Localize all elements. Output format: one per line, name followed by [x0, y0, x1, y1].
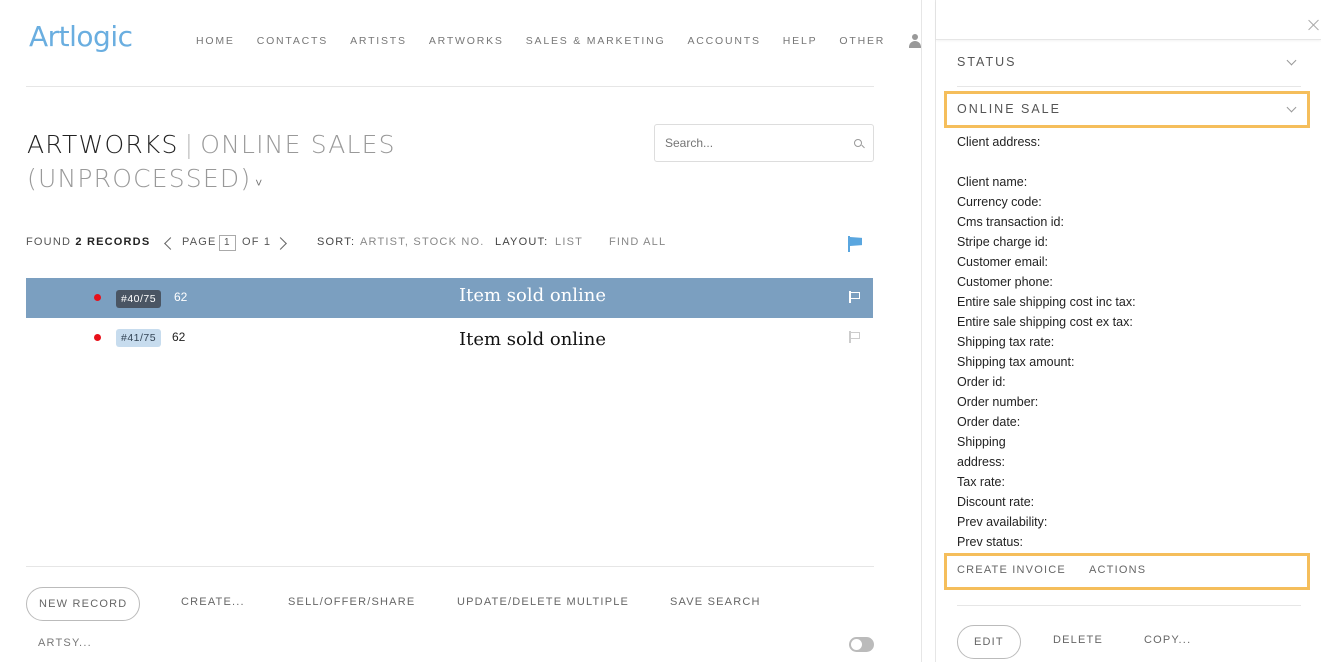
- update-delete-multiple-button[interactable]: UPDATE/DELETE MULTIPLE: [457, 596, 629, 608]
- table-row[interactable]: #40/75 62 Item sold online: [26, 278, 873, 318]
- nav-home[interactable]: HOME: [196, 35, 235, 47]
- sort-value[interactable]: ARTIST, STOCK NO.: [360, 236, 485, 248]
- stock-badge: #40/75: [116, 290, 162, 308]
- flag-outline-icon[interactable]: [849, 291, 861, 303]
- layout-label: LAYOUT:: [495, 236, 549, 248]
- layout-value[interactable]: LIST: [555, 236, 583, 248]
- save-search-button[interactable]: SAVE SEARCH: [670, 596, 761, 608]
- section-divider: [957, 605, 1301, 606]
- title-separator: |: [184, 130, 195, 159]
- record-number: 62: [174, 290, 188, 304]
- table-row[interactable]: #41/75 62 Item sold online: [26, 318, 873, 358]
- record-title: Item sold online: [459, 329, 607, 350]
- field-shipping-address: address:: [957, 455, 1005, 469]
- field-prev-availability: Prev availability:: [957, 515, 1048, 529]
- nav-contacts[interactable]: CONTACTS: [257, 35, 328, 47]
- nav-artists[interactable]: ARTISTS: [350, 35, 407, 47]
- found-records: FOUND 2 RECORDS: [26, 236, 150, 248]
- field-order-number: Order number:: [957, 395, 1039, 409]
- field-customer-phone: Customer phone:: [957, 275, 1053, 289]
- toggle-switch[interactable]: [849, 637, 874, 652]
- stock-badge: #41/75: [116, 329, 162, 347]
- chevron-left-icon[interactable]: [164, 237, 177, 250]
- top-nav: HOME CONTACTS ARTISTS ARTWORKS SALES & M…: [196, 34, 922, 48]
- field-shipping-tax-amount: Shipping tax amount:: [957, 355, 1075, 369]
- close-icon[interactable]: [1307, 18, 1321, 32]
- status-section-header[interactable]: STATUS: [957, 55, 1301, 77]
- field-client-name: Client name:: [957, 175, 1028, 189]
- chevron-down-icon[interactable]: [1286, 102, 1297, 113]
- field-discount-rate: Discount rate:: [957, 495, 1035, 509]
- page-of: OF 1: [242, 236, 272, 248]
- find-all-link[interactable]: FIND ALL: [609, 236, 666, 248]
- bottom-actions: NEW RECORD CREATE... SELL/OFFER/SHARE UP…: [26, 587, 874, 621]
- artlogic-logo[interactable]: Artlogic: [29, 20, 133, 53]
- page-number-input[interactable]: 1: [219, 235, 236, 251]
- detail-panel: STATUS ONLINE SALE Client address: Clien…: [936, 0, 1321, 662]
- record-number: 62: [172, 330, 186, 344]
- nav-other[interactable]: OTHER: [839, 35, 885, 47]
- field-currency-code: Currency code:: [957, 195, 1042, 209]
- field-stripe-charge-id: Stripe charge id:: [957, 235, 1049, 249]
- online-sale-section-header[interactable]: ONLINE SALE: [957, 102, 1301, 124]
- panel-buttons: EDIT DELETE COPY...: [957, 625, 1301, 659]
- footer-divider: [26, 566, 874, 567]
- panel-gutter: [921, 0, 936, 662]
- sell-offer-share-button[interactable]: SELL/OFFER/SHARE: [288, 596, 415, 608]
- field-client-address: Client address:: [957, 135, 1041, 149]
- delete-button[interactable]: DELETE: [1053, 634, 1103, 646]
- sort-label: SORT:: [317, 236, 356, 248]
- section-divider: [957, 86, 1301, 87]
- field-order-date: Order date:: [957, 415, 1021, 429]
- status-dot: [94, 294, 101, 301]
- chevron-down-icon[interactable]: [1286, 55, 1297, 66]
- nav-accounts[interactable]: ACCOUNTS: [687, 35, 760, 47]
- chevron-right-icon[interactable]: [274, 237, 287, 250]
- online-sale-fields: Client address: Client name: Currency co…: [957, 132, 1297, 552]
- records-toolbar: FOUND 2 RECORDS PAGE 1 OF 1 SORT: ARTIST…: [26, 235, 874, 252]
- flag-outline-icon[interactable]: [849, 331, 861, 343]
- field-shipping-tax-rate: Shipping tax rate:: [957, 335, 1055, 349]
- search-input[interactable]: [655, 125, 835, 161]
- panel-header: [936, 0, 1321, 40]
- create-button[interactable]: CREATE...: [181, 596, 245, 608]
- copy-button[interactable]: COPY...: [1144, 634, 1191, 646]
- page-title-main: ARTWORKS: [27, 130, 179, 159]
- field-prev-status: Prev status:: [957, 535, 1023, 549]
- online-sale-section-label: ONLINE SALE: [957, 102, 1061, 116]
- field-shipping-cost-inc-tax: Entire sale shipping cost inc tax:: [957, 295, 1136, 309]
- record-title: Item sold online: [459, 285, 607, 306]
- found-prefix: FOUND: [26, 236, 72, 248]
- field-tax-rate: Tax rate:: [957, 475, 1005, 489]
- field-cms-transaction-id: Cms transaction id:: [957, 215, 1064, 229]
- status-dot: [94, 334, 101, 341]
- page-label: PAGE: [182, 236, 217, 248]
- field-shipping: Shipping: [957, 435, 1006, 449]
- edit-button[interactable]: EDIT: [957, 625, 1021, 659]
- header-divider: [26, 86, 874, 87]
- field-order-id: Order id:: [957, 375, 1006, 389]
- field-customer-email: Customer email:: [957, 255, 1048, 269]
- actions-button[interactable]: ACTIONS: [1089, 564, 1146, 576]
- chevron-down-icon[interactable]: ˅: [255, 176, 263, 190]
- found-count: 2 RECORDS: [75, 236, 151, 248]
- flag-icon[interactable]: [848, 236, 862, 252]
- status-section-label: STATUS: [957, 55, 1017, 69]
- search-box: [654, 124, 874, 162]
- main-content: Artlogic HOME CONTACTS ARTISTS ARTWORKS …: [0, 0, 922, 662]
- search-icon[interactable]: [854, 139, 862, 147]
- page-title: ARTWORKS | ONLINE SALES (UNPROCESSED) ˅: [27, 128, 427, 200]
- nav-sales-marketing[interactable]: SALES & MARKETING: [526, 35, 666, 47]
- nav-help[interactable]: HELP: [783, 35, 818, 47]
- nav-artworks[interactable]: ARTWORKS: [429, 35, 504, 47]
- create-invoice-button[interactable]: CREATE INVOICE: [957, 564, 1066, 576]
- field-shipping-cost-ex-tax: Entire sale shipping cost ex tax:: [957, 315, 1133, 329]
- artsy-link[interactable]: ARTSY...: [38, 637, 92, 649]
- new-record-button[interactable]: NEW RECORD: [26, 587, 141, 621]
